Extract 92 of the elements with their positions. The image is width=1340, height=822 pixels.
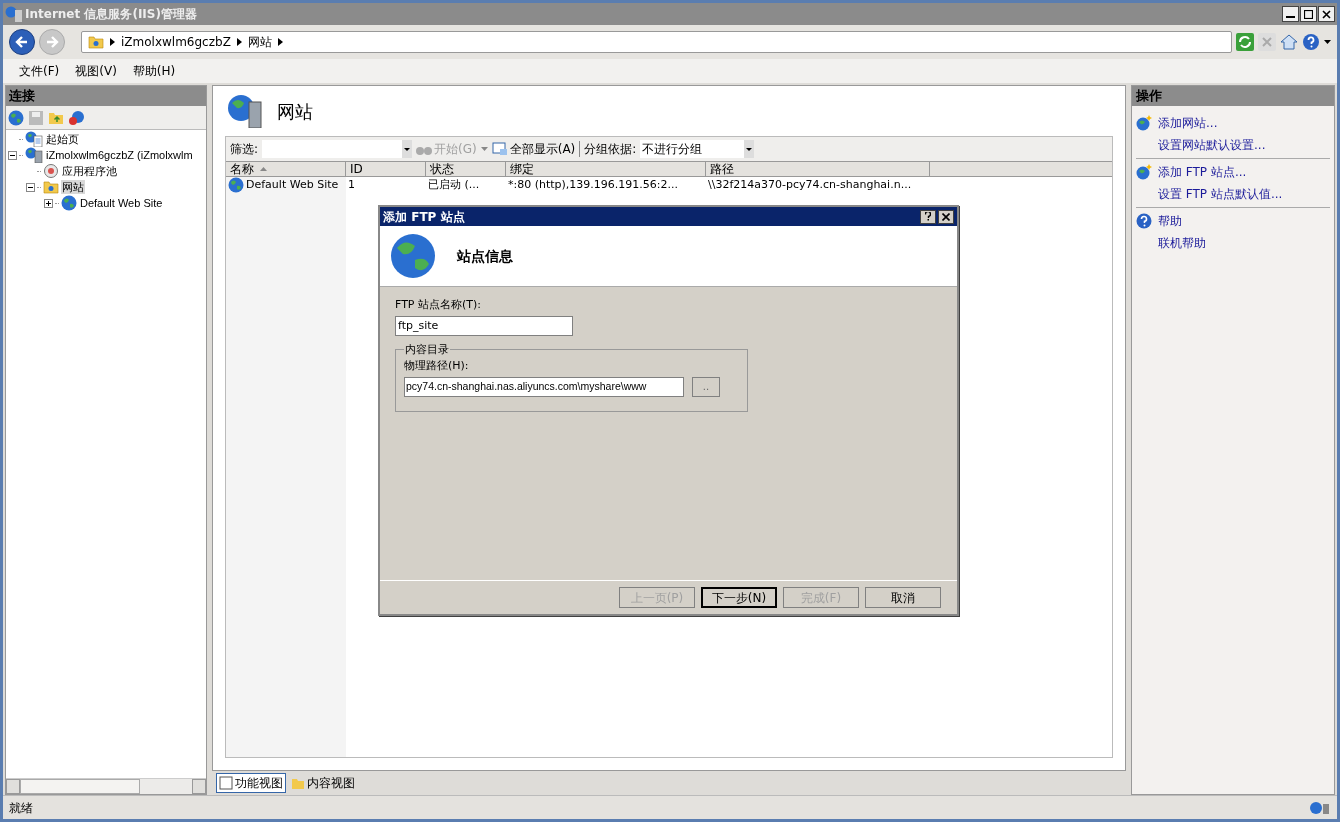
wizard-button[interactable]: 下一步(N) [701,587,777,608]
table-cell-text: Default Web Site [246,176,339,193]
tree-item[interactable]: Default Web Site [79,196,164,210]
dialog-title: 添加 FTP 站点 [383,208,465,226]
dropdown-icon [746,147,753,151]
page-heading: 网站 [277,99,313,124]
tree-item[interactable]: 网站 [61,180,85,194]
status-text: 就绪 [9,799,33,817]
back-button[interactable] [9,29,35,55]
help-icon [1136,213,1152,229]
step-heading: 站点信息 [457,246,513,266]
expander-icon[interactable] [26,182,35,192]
field-label: 物理路径(H): [404,358,470,374]
question-icon [925,212,931,221]
home-icon[interactable] [1280,33,1298,51]
add-site-icon [1136,164,1152,180]
column-header[interactable]: 状态 [426,162,506,176]
app-icon [5,6,23,22]
close-button[interactable] [938,209,954,224]
column-header[interactable]: 绑定 [506,162,706,176]
start-page-icon [25,131,43,147]
app-pool-icon [43,163,59,179]
menu-item[interactable]: 视图(V) [75,62,117,80]
chevron-icon[interactable] [277,38,283,46]
help-icon[interactable] [1302,33,1320,51]
close-icon [1322,9,1331,19]
breadcrumb[interactable]: iZmolxwlm6gczbZ [121,33,231,51]
connect-icon [8,109,24,126]
column-header[interactable]: 名称 [226,162,346,176]
horizontal-scrollbar[interactable] [6,778,206,794]
globe-icon [228,177,244,193]
field-label: FTP 站点名称(T): [395,297,482,313]
view-tab[interactable]: 内容视图 [288,773,358,793]
group-label: 内容目录 [404,341,450,358]
add-site-icon [1136,115,1152,131]
panel-title: 操作 [1132,86,1334,106]
maximize-icon [1304,9,1313,19]
column-header[interactable]: ID [346,162,426,176]
close-icon [942,212,950,221]
refresh-icon[interactable] [1236,33,1254,51]
help-button[interactable] [920,209,936,224]
tree-item[interactable]: iZmolxwlm6gczbZ (iZmolxwlm [45,148,194,162]
browse-button[interactable]: .. [692,376,720,397]
tree-item[interactable]: 应用程序池 [61,164,118,178]
back-arrow-icon [15,35,29,49]
expander-icon[interactable] [44,198,53,208]
wizard-button[interactable]: 取消 [865,587,941,608]
table-cell-text: *:80 (http),139.196.191.56:2... [508,176,679,193]
folder-icon [43,180,59,194]
chevron-icon[interactable] [236,38,242,46]
group-label: 分组依据: [584,141,637,158]
action-link[interactable]: 帮助 [1158,212,1182,230]
show-all-button[interactable]: 全部显示(A) [491,140,576,158]
caret-icon[interactable] [1324,40,1331,44]
column-header[interactable]: 路径 [706,162,930,176]
view-tab[interactable]: 功能视图 [216,773,286,793]
window-title: Internet 信息服务(IIS)管理器 [25,6,197,23]
action-link[interactable]: 设置网站默认设置... [1158,136,1266,154]
action-link[interactable]: 添加网站... [1158,114,1218,132]
action-link[interactable]: 添加 FTP 站点... [1158,163,1247,181]
table-cell-text: \\32f214a370-pcy74.cn-shanghai.n... [708,176,912,193]
globe-icon [61,195,77,211]
panel-title: 连接 [6,86,206,106]
features-icon [219,776,233,790]
maximize-button[interactable] [1300,6,1317,22]
globe-icon [389,232,437,280]
address-field[interactable]: iZmolxwlm6gczbZ 网站 [81,31,1232,53]
folder-icon [88,35,104,49]
close-button[interactable] [1318,6,1335,22]
minimize-button[interactable] [1282,6,1299,22]
site-name-field[interactable]: ftp_site [395,315,573,336]
filter-label: 筛选: [230,141,259,158]
minimize-icon [1286,16,1295,18]
menu-item[interactable]: 文件(F) [19,62,60,80]
table-cell-text: 已启动 (... [428,176,480,193]
group-dropdown[interactable]: 不进行分组 [640,140,755,158]
tree-item[interactable]: 起始页 [45,132,80,146]
expander-icon[interactable] [8,150,17,160]
table-cell-text: 1 [348,176,355,193]
show-all-icon [491,142,508,156]
sites-icon [227,94,263,128]
server-icon [25,147,43,163]
physical-path-field[interactable]: pcy74.cn-shanghai.nas.aliyuncs.com\myshare\www [404,376,684,397]
action-link[interactable]: 联机帮助 [1158,234,1206,252]
dropdown-icon [404,147,411,151]
content-icon [291,776,305,790]
menu-item[interactable]: 帮助(H) [132,62,176,80]
forward-arrow-icon [45,35,59,49]
filter-field[interactable] [262,140,413,158]
action-link[interactable]: 设置 FTP 站点默认值... [1158,185,1283,203]
breadcrumb[interactable]: 网站 [247,33,272,51]
chevron-icon[interactable] [110,38,115,46]
